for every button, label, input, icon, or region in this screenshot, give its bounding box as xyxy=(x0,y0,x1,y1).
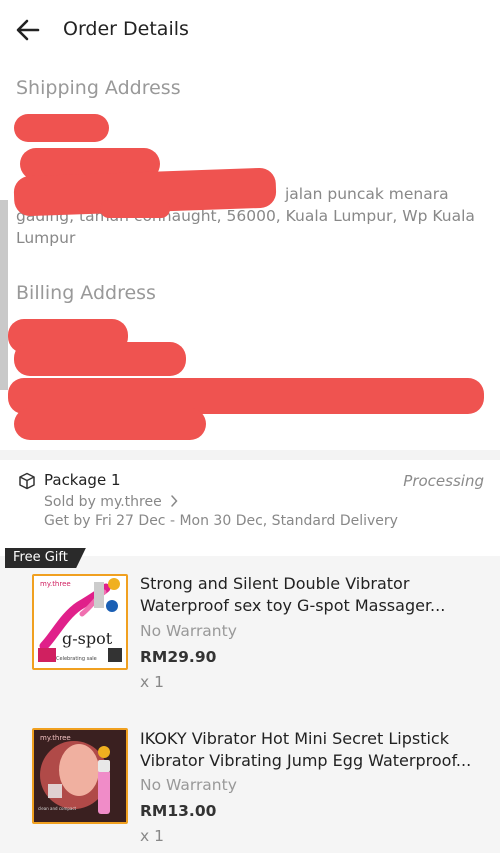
redaction-shipping-name xyxy=(14,114,109,142)
svg-text:Celebrating sale: Celebrating sale xyxy=(56,656,97,662)
delivery-estimate: Get by Fri 27 Dec - Mon 30 Dec, Standard… xyxy=(44,513,398,529)
item-price-1: RM29.90 xyxy=(140,648,217,666)
product-thumbnail[interactable]: my.three clean and compact xyxy=(32,728,128,824)
redaction-billing-phone xyxy=(14,342,186,376)
back-arrow-icon[interactable] xyxy=(14,16,42,44)
item-warranty-1: No Warranty xyxy=(140,622,237,640)
shipping-address-line1: jalan puncak menara xyxy=(285,185,449,203)
item-qty-1: x 1 xyxy=(140,673,164,691)
seller-label: Sold by my.three xyxy=(44,494,162,510)
item-name-line: Waterproof sex toy G-spot Massager... xyxy=(140,596,446,615)
package-card: Package 1 Processing Sold by my.three Ge… xyxy=(0,460,500,556)
free-gift-tag: Free Gift xyxy=(5,548,86,568)
product-image: my.three clean and compact xyxy=(34,730,126,822)
product-thumbnail[interactable]: my.three g-spot Celebrating sale xyxy=(32,574,128,670)
item-name-line: Strong and Silent Double Vibrator xyxy=(140,574,410,593)
shipping-address-line3: Lumpur xyxy=(16,229,76,247)
item-price-2: RM13.00 xyxy=(140,802,217,820)
seller-link[interactable]: Sold by my.three xyxy=(44,494,178,510)
page-title: Order Details xyxy=(63,18,189,40)
chevron-right-icon xyxy=(171,495,178,507)
section-divider xyxy=(0,450,500,460)
item-warranty-2: No Warranty xyxy=(140,776,237,794)
item-name-2[interactable]: IKOKY Vibrator Hot Mini Secret Lipstick … xyxy=(140,728,485,772)
svg-text:g-spot: g-spot xyxy=(62,629,113,648)
item-name-line: IKOKY Vibrator Hot Mini Secret Lipstick xyxy=(140,729,449,748)
item-name-1[interactable]: Strong and Silent Double Vibrator Waterp… xyxy=(140,573,485,617)
billing-address-title: Billing Address xyxy=(16,282,156,304)
redaction-shipping-street-2 xyxy=(100,200,170,218)
shipping-address-title: Shipping Address xyxy=(16,77,181,99)
package-icon xyxy=(19,472,35,490)
item-name-line: Vibrator Vibrating Jump Egg Waterproof..… xyxy=(140,751,472,770)
package-status: Processing xyxy=(403,472,484,490)
item-qty-2: x 1 xyxy=(140,827,164,845)
svg-text:my.three: my.three xyxy=(40,734,71,742)
side-edge xyxy=(0,200,8,390)
product-image: my.three g-spot Celebrating sale xyxy=(34,576,126,668)
svg-text:my.three: my.three xyxy=(40,580,71,588)
svg-text:clean and compact: clean and compact xyxy=(38,806,77,811)
app-header: Order Details xyxy=(0,0,500,60)
redaction-billing-address-2 xyxy=(14,408,206,440)
package-title: Package 1 xyxy=(44,471,121,489)
